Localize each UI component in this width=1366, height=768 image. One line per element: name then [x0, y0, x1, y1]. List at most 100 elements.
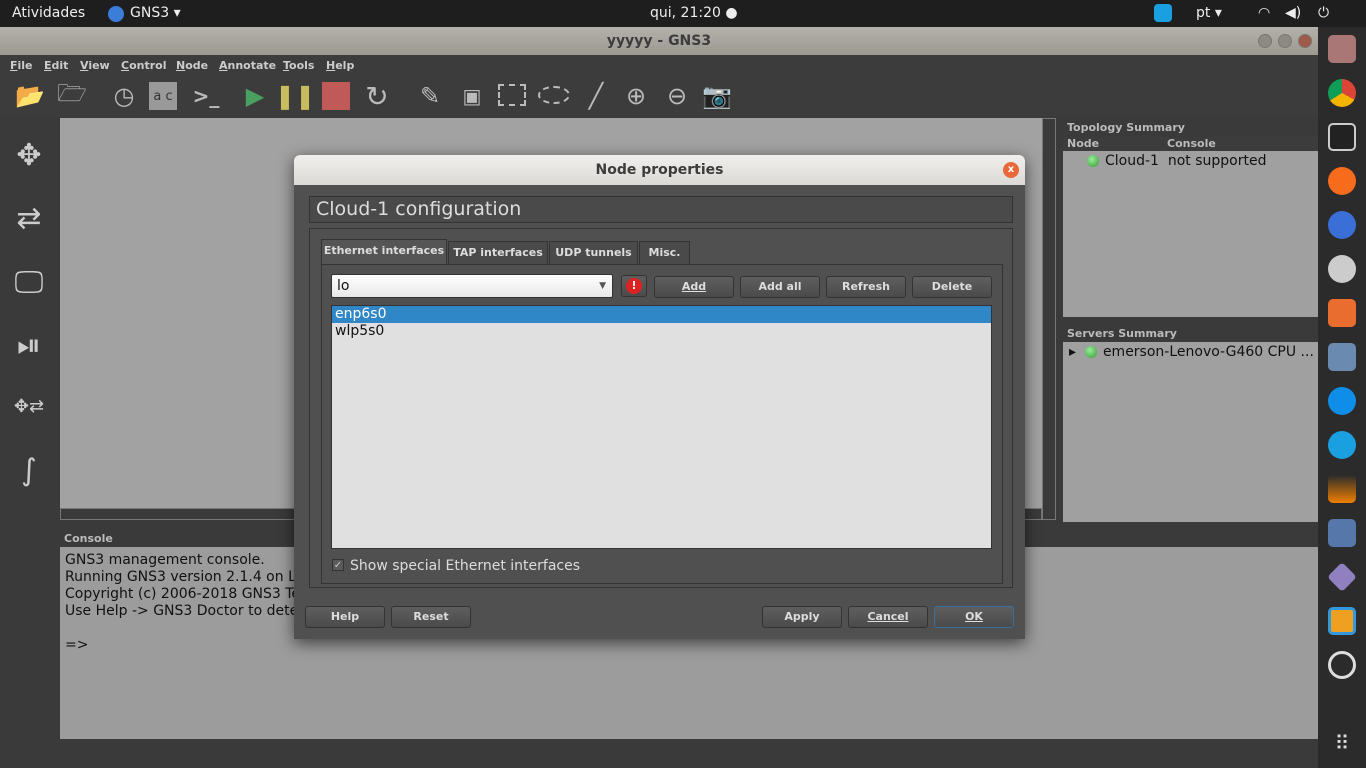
teamviewer-icon[interactable]: [1328, 387, 1356, 415]
start-icon[interactable]: ▶: [239, 80, 271, 112]
interface-select-value: lo: [337, 278, 350, 294]
zoom-in-icon[interactable]: ⊕: [620, 80, 652, 112]
activities-button[interactable]: Atividades: [12, 5, 85, 21]
language-indicator[interactable]: pt ▾: [1196, 5, 1222, 21]
system-tools-icon[interactable]: [1328, 255, 1356, 283]
menu-tools[interactable]: Tools: [283, 59, 314, 72]
skype-icon[interactable]: [1328, 431, 1356, 459]
show-apps-icon[interactable]: ⠿: [1328, 731, 1356, 759]
add-link-icon[interactable]: ∫: [6, 447, 52, 493]
interface-list[interactable]: enp6s0 wlp5s0: [331, 305, 992, 549]
firefox-icon[interactable]: [1328, 167, 1356, 195]
clock-icon[interactable]: ◷: [108, 80, 140, 112]
volume-icon[interactable]: ◀): [1285, 5, 1301, 21]
tab-misc[interactable]: Misc.: [639, 241, 690, 265]
add-all-button[interactable]: Add all: [740, 276, 820, 298]
gns3-dock-icon[interactable]: [1328, 211, 1356, 239]
minimize-button[interactable]: [1258, 34, 1272, 48]
menu-node[interactable]: Node: [176, 59, 208, 72]
topology-summary-panel: Node Console Cloud-1 not supported: [1063, 137, 1318, 317]
delete-button[interactable]: Delete: [912, 276, 992, 298]
column-node[interactable]: Node: [1067, 137, 1099, 150]
software-center-icon[interactable]: [1328, 299, 1356, 327]
tab-tap-interfaces[interactable]: TAP interfaces: [448, 241, 548, 265]
files-icon[interactable]: [1328, 35, 1356, 63]
skype-tray-icon[interactable]: [1154, 4, 1172, 22]
tab-ethernet-interfaces[interactable]: Ethernet interfaces: [321, 239, 447, 265]
refresh-button[interactable]: Refresh: [826, 276, 906, 298]
help-button[interactable]: Help: [305, 606, 385, 628]
open-project-icon[interactable]: 📂: [14, 80, 46, 112]
routers-icon[interactable]: ✥: [6, 132, 52, 178]
reset-button[interactable]: Reset: [391, 606, 471, 628]
node-properties-dialog: Node properties x Cloud-1 configuration E…: [294, 155, 1025, 639]
console-all-icon[interactable]: a c: [149, 82, 177, 110]
vlc-icon[interactable]: [1328, 475, 1356, 503]
power-icon[interactable]: ⏻: [1318, 5, 1329, 21]
clock[interactable]: qui, 21:20 ●: [650, 5, 738, 21]
end-devices-icon[interactable]: 🖵: [6, 259, 52, 305]
menu-edit[interactable]: Edit: [44, 59, 68, 72]
terminal-icon[interactable]: >_: [190, 80, 222, 112]
tab-udp-tunnels[interactable]: UDP tunnels: [549, 241, 638, 265]
server-name[interactable]: emerson-Lenovo-G460 CPU ...: [1103, 344, 1314, 360]
network-tool-icon[interactable]: [1328, 519, 1356, 547]
wifi-icon[interactable]: ◠: [1258, 5, 1270, 21]
switches-icon[interactable]: ⇄: [6, 195, 52, 241]
canvas-vertical-scrollbar[interactable]: [1042, 118, 1056, 520]
list-item[interactable]: wlp5s0: [332, 323, 991, 340]
ok-button[interactable]: OK: [934, 606, 1014, 628]
menu-control[interactable]: Control: [121, 59, 166, 72]
add-button[interactable]: Add: [654, 276, 734, 298]
list-item[interactable]: enp6s0: [332, 306, 991, 323]
dialog-close-button[interactable]: x: [1003, 162, 1019, 178]
system-top-bar: Atividades GNS3 ▾ qui, 21:20 ● pt ▾ ◠ ◀)…: [0, 0, 1366, 27]
window-title: yyyyy - GNS3: [606, 33, 712, 49]
menu-view[interactable]: View: [80, 59, 110, 72]
column-console[interactable]: Console: [1167, 137, 1216, 150]
all-devices-icon[interactable]: ✥⇄: [6, 383, 52, 429]
reload-icon[interactable]: ↻: [361, 80, 393, 113]
config-heading: Cloud-1 configuration: [309, 196, 1013, 223]
open-folder-icon[interactable]: 🗁: [56, 79, 88, 112]
status-green-icon: [1087, 155, 1099, 167]
note-icon[interactable]: ✎: [414, 80, 446, 112]
dialog-title-bar: Node properties x: [294, 155, 1025, 185]
status-green-icon: [1084, 346, 1097, 358]
node-console: not supported: [1167, 153, 1267, 169]
ellipse-icon[interactable]: [538, 86, 570, 104]
diamond-app-icon[interactable]: [1327, 562, 1357, 592]
warning-icon: !: [626, 278, 642, 294]
terminal-dock-icon[interactable]: [1328, 123, 1356, 151]
topology-row[interactable]: Cloud-1 not supported: [1063, 151, 1318, 169]
close-window-button[interactable]: [1298, 34, 1312, 48]
line-icon[interactable]: ╱: [580, 80, 612, 112]
cancel-button[interactable]: Cancel: [848, 606, 928, 628]
rectangle-icon[interactable]: [498, 84, 526, 106]
maximize-button[interactable]: [1278, 34, 1292, 48]
orange-app-icon[interactable]: [1328, 607, 1356, 635]
image-icon[interactable]: ▣: [456, 80, 488, 112]
show-special-label[interactable]: Show special Ethernet interfaces: [350, 558, 580, 574]
security-devices-icon[interactable]: ⏯: [6, 322, 52, 368]
menu-help[interactable]: Help: [326, 59, 354, 72]
app-menu[interactable]: GNS3 ▾: [130, 5, 181, 21]
help-icon[interactable]: [1328, 651, 1356, 679]
interface-select[interactable]: lo ▼: [331, 274, 613, 298]
expand-arrow-icon[interactable]: ▸: [1069, 344, 1076, 360]
warning-button[interactable]: !: [621, 275, 647, 297]
menu-file[interactable]: File: [10, 59, 33, 72]
chevron-down-icon: ▼: [599, 281, 606, 291]
node-name: Cloud-1: [1105, 153, 1159, 169]
chrome-icon[interactable]: [1328, 79, 1356, 107]
star-app-icon[interactable]: [1328, 343, 1356, 371]
pause-icon[interactable]: ❚❚: [275, 80, 315, 112]
show-special-checkbox[interactable]: ✓: [332, 559, 344, 571]
console-title: Console: [64, 532, 113, 545]
topology-summary-title: Topology Summary: [1067, 121, 1185, 134]
apply-button[interactable]: Apply: [762, 606, 842, 628]
zoom-out-icon[interactable]: ⊖: [661, 80, 693, 112]
menu-annotate[interactable]: Annotate: [219, 59, 276, 72]
screenshot-icon[interactable]: 📷: [701, 80, 733, 112]
stop-icon[interactable]: [322, 82, 350, 110]
